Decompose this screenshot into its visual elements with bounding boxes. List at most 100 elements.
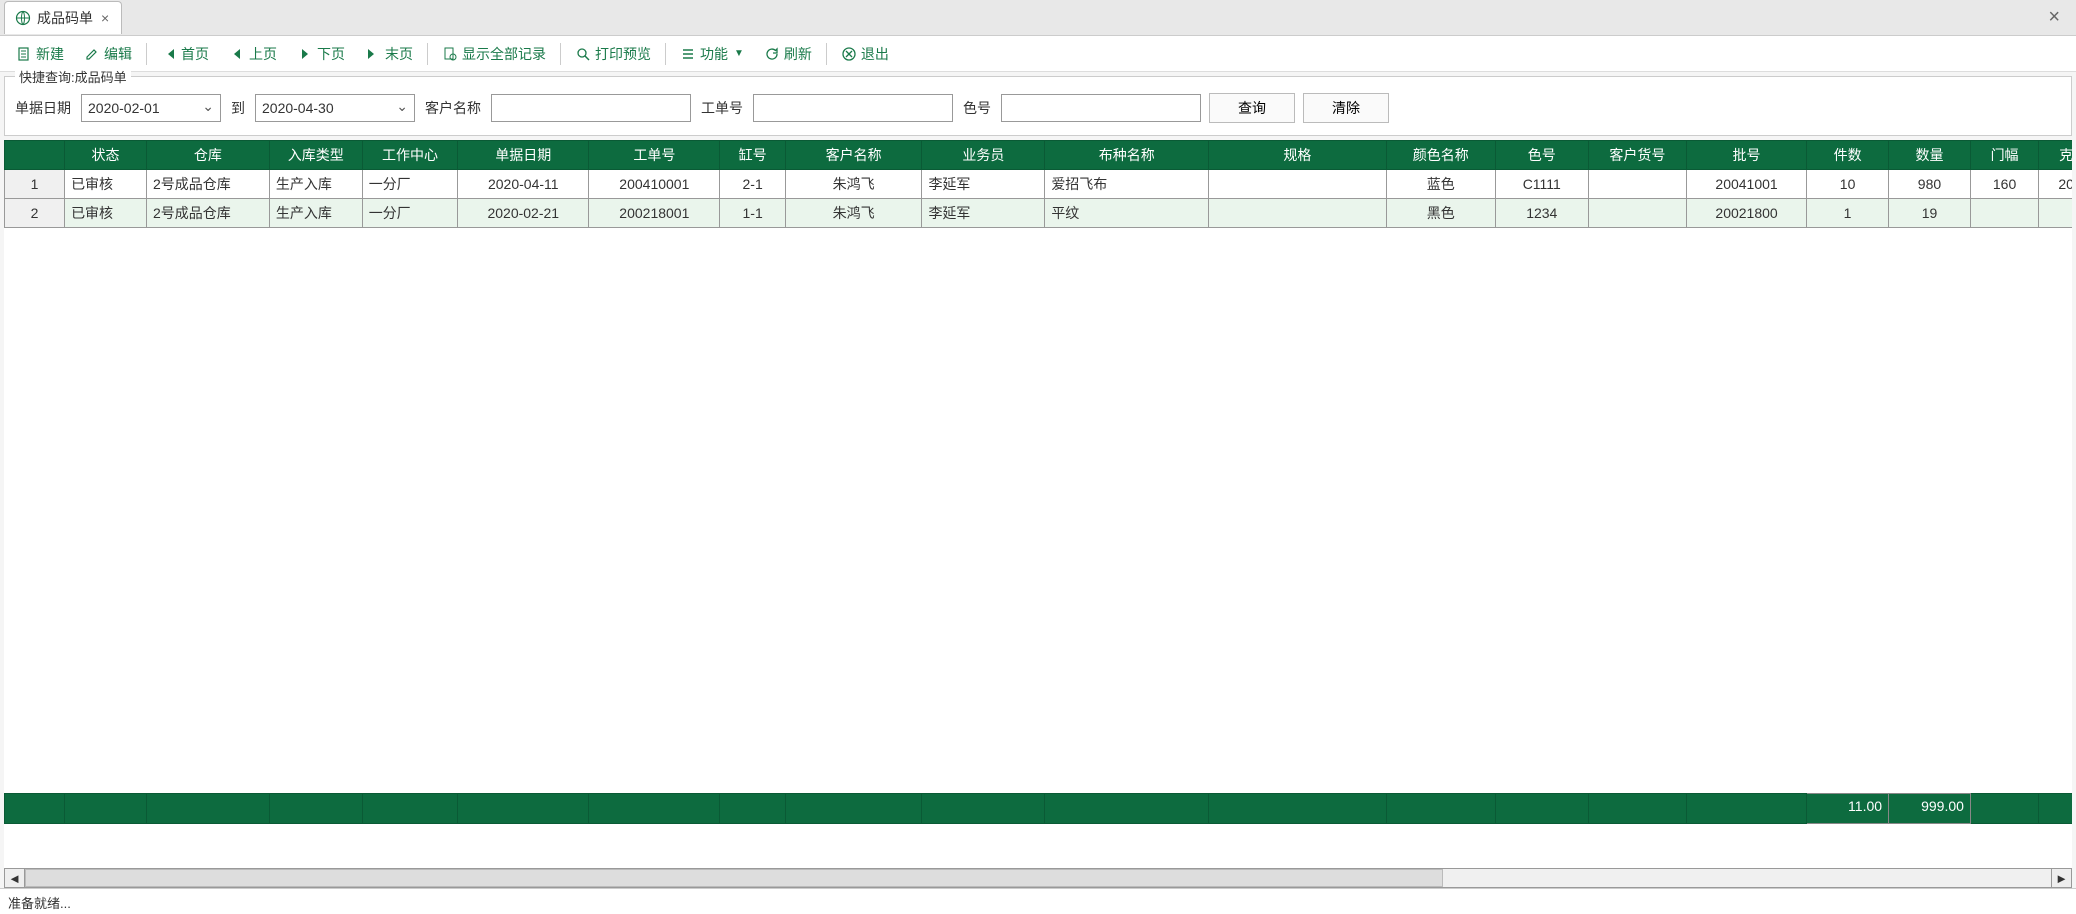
column-header[interactable]: 缸号 (720, 141, 786, 170)
cell-customer: 朱鸿飞 (785, 199, 922, 228)
column-header[interactable]: 入库类型 (269, 141, 362, 170)
column-header[interactable]: 件数 (1807, 141, 1889, 170)
column-header[interactable]: 工作中心 (362, 141, 458, 170)
query-legend: 快捷查询:成品码单 (15, 67, 131, 86)
table-row[interactable]: 1已审核2号成品仓库生产入库一分厂2020-04-112004100012-1朱… (5, 170, 2073, 199)
to-label: 到 (229, 98, 247, 118)
first-page-button[interactable]: 首页 (153, 40, 217, 68)
data-grid: 状态仓库入库类型工作中心单据日期工单号缸号客户名称业务员布种名称规格颜色名称色号… (4, 140, 2072, 868)
app-window: 成品码单 × × 新建 编辑 首页 上页 下页 末页 (0, 0, 2076, 914)
cell-spec (1209, 170, 1386, 199)
prev-page-button[interactable]: 上页 (221, 40, 285, 68)
search-button[interactable]: 查询 (1209, 93, 1295, 123)
workorder-label: 工单号 (699, 98, 745, 118)
refresh-button[interactable]: 刷新 (756, 40, 820, 68)
cell-sales: 李延军 (922, 170, 1045, 199)
column-header[interactable]: 颜色名称 (1386, 141, 1495, 170)
query-panel: 快捷查询:成品码单 单据日期 2020-02-01 到 2020-04-30 客… (4, 76, 2072, 136)
clear-button[interactable]: 清除 (1303, 93, 1389, 123)
print-icon (575, 46, 591, 62)
next-icon (297, 46, 313, 62)
column-header[interactable]: 数量 (1889, 141, 1971, 170)
customer-input[interactable] (491, 94, 691, 122)
exit-icon (841, 46, 857, 62)
column-header[interactable]: 客户名称 (785, 141, 922, 170)
refresh-icon (764, 46, 780, 62)
cell-status: 已审核 (65, 170, 147, 199)
column-header[interactable]: 工单号 (589, 141, 720, 170)
exit-button[interactable]: 退出 (833, 40, 897, 68)
new-icon (16, 46, 32, 62)
column-header[interactable]: 布种名称 (1045, 141, 1209, 170)
cell-workCenter: 一分厂 (362, 199, 458, 228)
column-header[interactable]: 批号 (1686, 141, 1806, 170)
colorno-input[interactable] (1001, 94, 1201, 122)
cell-date: 2020-04-11 (458, 170, 589, 199)
cell-spec (1209, 199, 1386, 228)
column-header[interactable]: 克 (2039, 141, 2072, 170)
cell-vat: 1-1 (720, 199, 786, 228)
column-header[interactable] (5, 141, 65, 170)
tab-finished-goods[interactable]: 成品码单 × (4, 1, 122, 34)
print-preview-button[interactable]: 打印预览 (567, 40, 659, 68)
date-to-select[interactable]: 2020-04-30 (255, 94, 415, 122)
cell-workOrder: 200410001 (589, 170, 720, 199)
edit-button[interactable]: 编辑 (76, 40, 140, 68)
cell-num: 1 (5, 170, 65, 199)
column-header[interactable]: 单据日期 (458, 141, 589, 170)
column-header[interactable]: 客户货号 (1588, 141, 1686, 170)
toolbar: 新建 编辑 首页 上页 下页 末页 显示全部记录 (0, 36, 2076, 72)
column-header[interactable]: 业务员 (922, 141, 1045, 170)
cell-batch: 20021800 (1686, 199, 1806, 228)
cell-inType: 生产入库 (269, 199, 362, 228)
cell-sales: 李延军 (922, 199, 1045, 228)
cell-pcs: 1 (1807, 199, 1889, 228)
window-close-icon[interactable]: × (2040, 4, 2068, 31)
column-header[interactable]: 色号 (1495, 141, 1588, 170)
column-header[interactable]: 仓库 (146, 141, 269, 170)
cell-cloth: 平纹 (1045, 199, 1209, 228)
scroll-left-icon[interactable]: ◄ (5, 869, 25, 887)
cell-warehouse: 2号成品仓库 (146, 170, 269, 199)
cell-custCode (1588, 170, 1686, 199)
scroll-thumb[interactable] (25, 869, 1443, 887)
edit-icon (84, 46, 100, 62)
toolbar-separator (826, 43, 827, 65)
cell-custCode (1588, 199, 1686, 228)
cell-qty: 980 (1889, 170, 1971, 199)
tab-close-icon[interactable]: × (99, 10, 111, 26)
tab-title: 成品码单 (37, 8, 93, 28)
colorno-label: 色号 (961, 98, 993, 118)
workorder-input[interactable] (753, 94, 953, 122)
last-page-button[interactable]: 末页 (357, 40, 421, 68)
tab-bar: 成品码单 × × (0, 0, 2076, 36)
list-icon (680, 46, 696, 62)
date-from-select[interactable]: 2020-02-01 (81, 94, 221, 122)
next-page-button[interactable]: 下页 (289, 40, 353, 68)
cell-colorNo: C1111 (1495, 170, 1588, 199)
cell-gram (2039, 199, 2072, 228)
column-header[interactable]: 规格 (1209, 141, 1386, 170)
horizontal-scrollbar[interactable]: ◄ ► (4, 868, 2072, 888)
cell-date: 2020-02-21 (458, 199, 589, 228)
cell-width (1970, 199, 2038, 228)
table-row[interactable]: 2已审核2号成品仓库生产入库一分厂2020-02-212002180011-1朱… (5, 199, 2073, 228)
show-all-button[interactable]: 显示全部记录 (434, 40, 554, 68)
cell-cloth: 爱招飞布 (1045, 170, 1209, 199)
column-header[interactable]: 门幅 (1970, 141, 2038, 170)
summary-pcs: 11.00 (1807, 794, 1889, 824)
date-label: 单据日期 (13, 98, 73, 118)
functions-button[interactable]: 功能 ▼ (672, 40, 752, 68)
toolbar-separator (560, 43, 561, 65)
globe-icon (15, 10, 31, 26)
cell-batch: 20041001 (1686, 170, 1806, 199)
customer-label: 客户名称 (423, 98, 483, 118)
new-button[interactable]: 新建 (8, 40, 72, 68)
cell-qty: 19 (1889, 199, 1971, 228)
scroll-right-icon[interactable]: ► (2051, 869, 2071, 887)
cell-width: 160 (1970, 170, 2038, 199)
cell-status: 已审核 (65, 199, 147, 228)
column-header[interactable]: 状态 (65, 141, 147, 170)
cell-inType: 生产入库 (269, 170, 362, 199)
scroll-track[interactable] (25, 869, 2051, 887)
